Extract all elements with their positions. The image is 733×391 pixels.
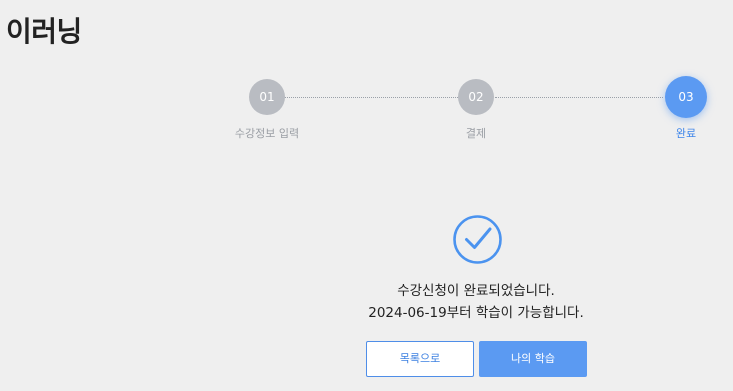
go-to-list-button[interactable]: 목록으로: [366, 341, 474, 377]
step-number-badge: 01: [249, 79, 285, 115]
step-label: 결제: [465, 127, 487, 140]
step-complete: 03 완료: [636, 76, 733, 141]
action-buttons: 목록으로 나의 학습: [366, 341, 588, 377]
step-number-badge: 02: [458, 79, 494, 115]
step-label: 수강정보 입력: [234, 127, 300, 140]
message-line-start-date: 2024-06-19부터 학습이 가능합니다.: [368, 305, 584, 321]
check-circle-icon: [453, 215, 502, 264]
page: 이러닝 01 수강정보 입력 02 결제 03 완료 수강신청이 완료되었습니다…: [0, 0, 733, 391]
my-learning-button[interactable]: 나의 학습: [479, 341, 587, 377]
step-enter-info: 01 수강정보 입력: [217, 79, 317, 141]
progress-stepper: 01 수강정보 입력 02 결제 03 완료: [0, 0, 733, 150]
step-number-badge-active: 03: [665, 76, 707, 118]
step-payment: 02 결제: [426, 79, 526, 141]
message-line-complete: 수강신청이 완료되었습니다.: [397, 283, 555, 299]
completion-message: 수강신청이 완료되었습니다. 2024-06-19부터 학습이 가능합니다.: [330, 280, 622, 324]
step-label: 완료: [675, 127, 697, 140]
